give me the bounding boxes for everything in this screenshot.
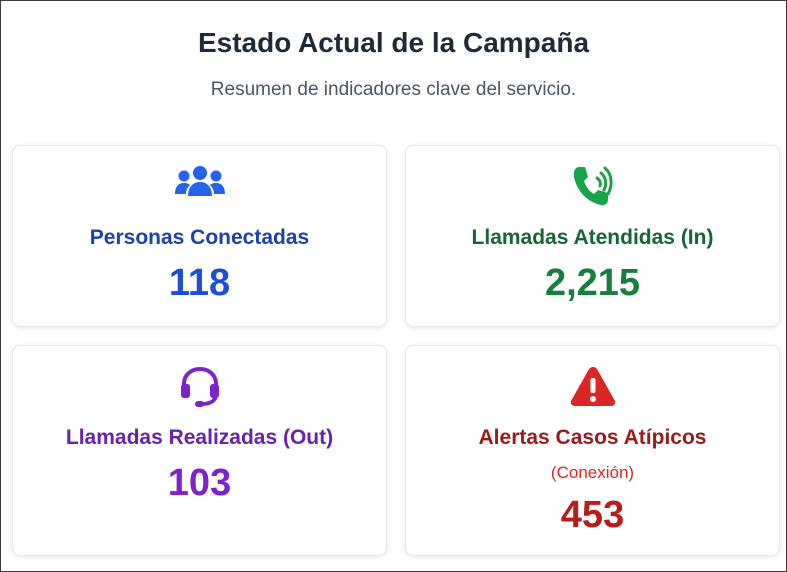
phone-volume-icon [406, 164, 779, 212]
card-label: Personas Conectadas [89, 226, 310, 249]
dashboard-panel: Estado Actual de la Campaña Resumen de i… [0, 0, 787, 572]
card-value: 103 [167, 462, 232, 504]
card-llamadas-atendidas: Llamadas Atendidas (In) 2,215 [405, 145, 780, 327]
card-value: 2,215 [544, 262, 641, 304]
page-subtitle: Resumen de indicadores clave del servici… [210, 79, 577, 100]
card-value: 118 [168, 262, 231, 304]
page-title: Estado Actual de la Campaña [197, 27, 590, 58]
card-personas-conectadas: Personas Conectadas 118 [12, 145, 387, 327]
card-label: Llamadas Atendidas (In) [471, 226, 714, 249]
users-icon [13, 164, 386, 212]
card-value: 453 [560, 494, 625, 536]
card-label: Alertas Casos Atípicos [478, 426, 707, 449]
headset-icon [13, 364, 386, 412]
card-sublabel: (Conexión) [550, 463, 635, 482]
card-llamadas-realizadas: Llamadas Realizadas (Out) 103 [12, 345, 387, 556]
card-label: Llamadas Realizadas (Out) [65, 426, 334, 449]
card-alertas-casos-atipicos: Alertas Casos Atípicos (Conexión) 453 [405, 345, 780, 556]
warning-triangle-icon [406, 364, 779, 412]
